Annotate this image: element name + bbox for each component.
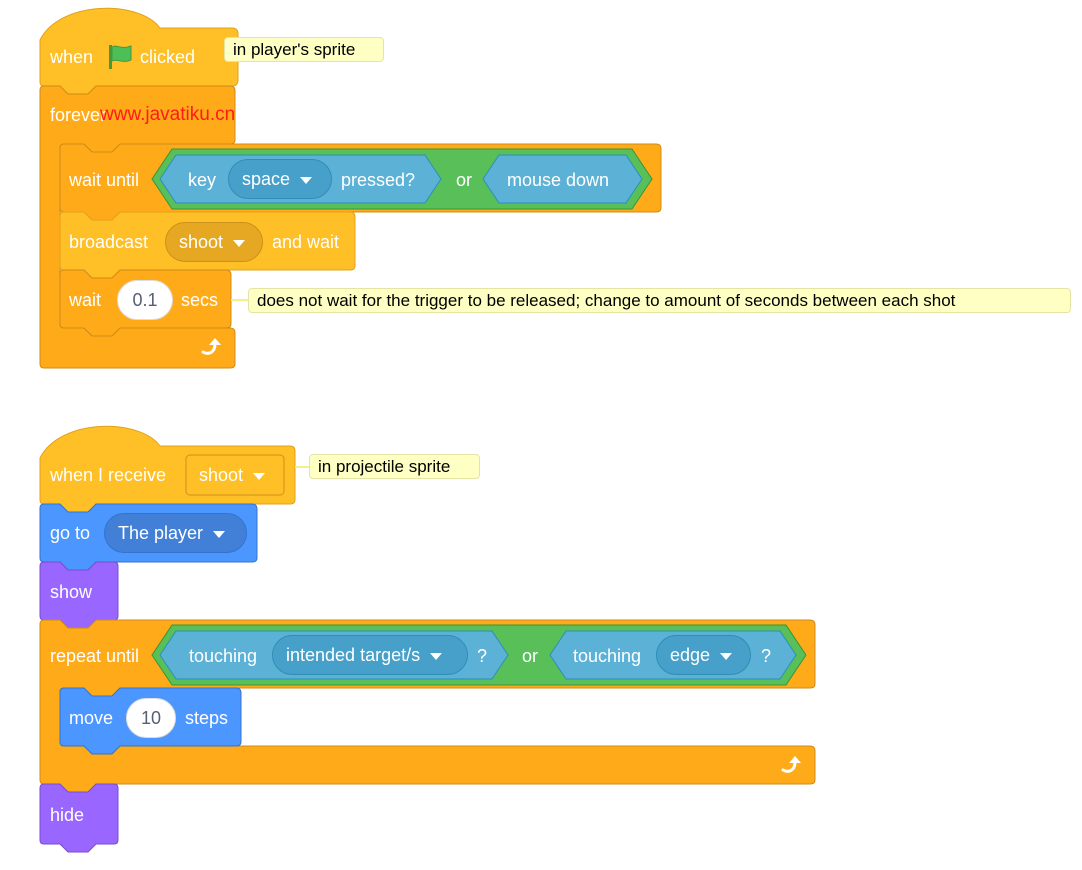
hide-label: hide <box>50 805 85 825</box>
hide-block[interactable] <box>0 0 1082 870</box>
